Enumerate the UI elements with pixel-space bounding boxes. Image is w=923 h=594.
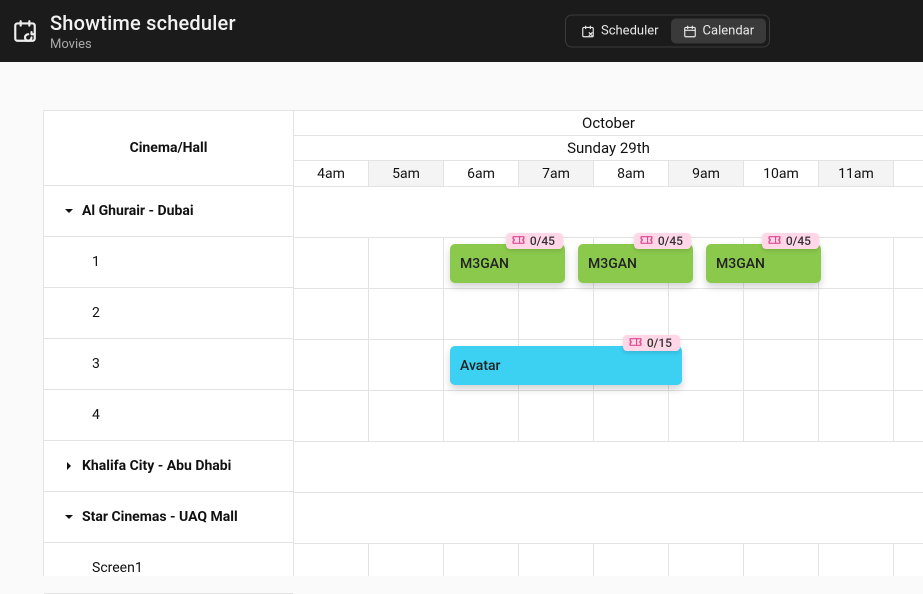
page-subtitle: Movies (50, 37, 236, 52)
occupancy-badge: 0/45 (634, 233, 691, 249)
grid-date-label: Sunday 29th (294, 136, 923, 161)
resource-column: Cinema/Hall Al Ghurair - Dubai 1 2 3 4 Khalif… (43, 110, 294, 576)
grid-month-label: October (294, 111, 923, 136)
tab-scheduler-label: Scheduler (601, 24, 659, 39)
caret-right-icon (64, 461, 74, 471)
hall-label: Screen1 (92, 560, 143, 576)
cinema-group-label: Al Ghurair - Dubai (82, 203, 194, 219)
hall-row[interactable]: 3 (44, 339, 293, 390)
ticket-icon (512, 234, 525, 248)
hour-label: 8am (594, 161, 669, 186)
showtime-event[interactable]: M3GAN0/45 (450, 244, 565, 283)
grid-body: M3GAN0/45M3GAN0/45M3GAN0/45Avatar0/15M3 (294, 187, 923, 576)
tab-scheduler[interactable]: Scheduler (569, 19, 671, 44)
grid-header: October Sunday 29th 4am5am6am7am8am9am10… (294, 110, 923, 187)
caret-down-icon (64, 512, 74, 522)
hall-row[interactable]: 4 (44, 390, 293, 441)
app-header: Showtime scheduler Movies Scheduler Cale… (0, 0, 923, 62)
cinema-group-label: Khalifa City - Abu Dhabi (82, 458, 231, 474)
scheduler-panel: Cinema/Hall Al Ghurair - Dubai1234Khalif… (43, 110, 923, 576)
calendar-icon (683, 24, 697, 38)
grid-row[interactable]: Avatar0/15M3 (294, 340, 923, 391)
hour-label: 9am (669, 161, 744, 186)
ticket-icon (768, 234, 781, 248)
grid-row[interactable] (294, 289, 923, 340)
occupancy-value: 0/45 (530, 234, 555, 248)
grid-row (294, 442, 923, 493)
ticket-icon (640, 234, 653, 248)
hour-label: 11am (819, 161, 894, 186)
occupancy-badge: 0/45 (506, 233, 563, 249)
showtime-title: M3GAN (588, 256, 637, 272)
occupancy-badge: 0/45 (762, 233, 819, 249)
showtime-event[interactable]: M3GAN0/45 (578, 244, 693, 283)
showtime-title: M3GAN (460, 256, 509, 272)
app-logo-icon (12, 18, 38, 44)
hall-label: 2 (92, 305, 100, 321)
grid-row (294, 493, 923, 544)
grid-row (294, 187, 923, 238)
scheduler-icon (581, 24, 595, 38)
page-title: Showtime scheduler (50, 11, 236, 35)
occupancy-badge: 0/15 (623, 335, 680, 351)
resource-column-header: Cinema/Hall (44, 110, 293, 186)
ticket-icon (629, 336, 642, 350)
hour-label: 6am (444, 161, 519, 186)
tab-calendar[interactable]: Calendar (671, 19, 767, 44)
showtime-title: Avatar (460, 358, 501, 374)
hour-label: 4am (294, 161, 369, 186)
occupancy-value: 0/45 (658, 234, 683, 248)
hour-label: 7am (519, 161, 594, 186)
hall-label: 1 (92, 254, 100, 270)
grid-row[interactable] (294, 544, 923, 576)
showtime-event[interactable]: M3GAN0/45 (706, 244, 821, 283)
hour-label: 5am (369, 161, 444, 186)
hour-label: 12 (894, 161, 923, 186)
hall-label: 3 (92, 356, 100, 372)
caret-down-icon (64, 206, 74, 216)
hall-row[interactable]: 1 (44, 237, 293, 288)
tab-calendar-label: Calendar (703, 24, 755, 39)
cinema-group[interactable]: Al Ghurair - Dubai (44, 186, 293, 237)
showtime-title: M3GAN (716, 256, 765, 272)
occupancy-value: 0/15 (647, 336, 672, 350)
grid-row[interactable]: M3GAN0/45 M3GAN0/45 M3GAN0/45 (294, 238, 923, 289)
grid-hour-labels: 4am5am6am7am8am9am10am11am12 (294, 161, 923, 187)
showtime-event[interactable]: Avatar0/15 (450, 346, 682, 385)
cinema-group-label: Star Cinemas - UAQ Mall (82, 509, 238, 525)
hall-row[interactable]: 2 (44, 288, 293, 339)
view-toggle: Scheduler Calendar (565, 15, 770, 48)
occupancy-value: 0/45 (786, 234, 811, 248)
cinema-group[interactable]: Star Cinemas - UAQ Mall (44, 492, 293, 543)
grid-row[interactable] (294, 391, 923, 442)
hour-label: 10am (744, 161, 819, 186)
hall-row[interactable]: Screen1 (44, 543, 293, 594)
time-grid: October Sunday 29th 4am5am6am7am8am9am10… (294, 110, 923, 576)
cinema-group[interactable]: Khalifa City - Abu Dhabi (44, 441, 293, 492)
hall-label: 4 (92, 407, 100, 423)
